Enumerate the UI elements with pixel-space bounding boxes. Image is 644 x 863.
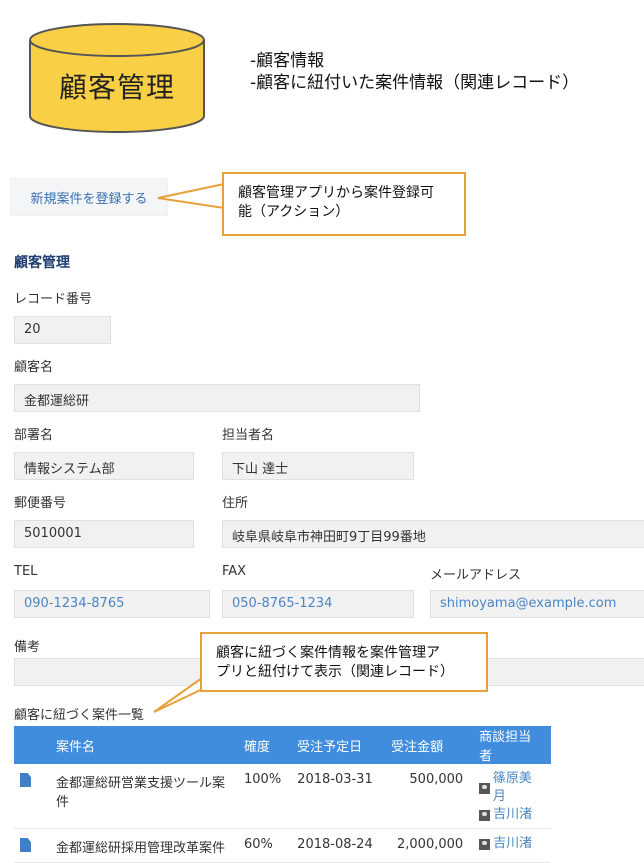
customer-name-label: 顧客名 [14,360,54,375]
order-date: 2018-03-31 [289,764,384,829]
user-icon [479,838,491,850]
form-title: 顧客管理 [14,255,70,271]
related-title: 顧客に紐づく案件一覧 [14,708,145,723]
probability: 60% [236,828,290,863]
column-header: 受注予定日 [289,726,384,764]
staff-name[interactable]: 吉川渚 [493,835,532,853]
user-icon [479,809,491,821]
document-icon[interactable] [20,838,31,852]
sales-staff: 吉川渚 [471,828,552,863]
customer-name-field: 金都運総研 [14,384,420,412]
callout-line: 顧客管理アプリから案件登録可 [238,185,434,201]
new-case-button[interactable]: 新規案件を登録する [10,178,168,216]
postal-field: 5010001 [14,520,194,548]
column-header: 確度 [236,726,290,764]
person-field: 下山 達士 [222,452,414,480]
desc-line: -顧客情報 [250,51,325,71]
email-label: メールアドレス [430,568,522,583]
callout-line: 顧客に紐づく案件情報を案件管理ア [216,645,440,661]
cell-icon [14,764,48,829]
tel-field[interactable]: 090-1234-8765 [14,590,210,618]
callout-action: 顧客管理アプリから案件登録可 能（アクション） [222,172,466,236]
table-row[interactable]: 金都運総研採用管理改革案件 60% 2018-08-24 2,000,000 吉… [14,828,552,863]
column-header: 案件名 [48,726,236,764]
probability: 100% [236,764,290,829]
user-icon [479,782,490,794]
order-amount: 500,000 [383,764,472,829]
staff-name[interactable]: 吉川渚 [493,806,532,824]
order-date: 2018-08-24 [289,828,384,863]
fax-label: FAX [222,564,247,579]
staff-entry[interactable]: 吉川渚 [479,806,543,824]
staff-entry[interactable]: 篠原美月 [479,770,543,806]
callout-related: 顧客に紐づく案件情報を案件管理ア プリと紐付けて表示（関連レコード） [200,632,488,692]
database-description: -顧客情報 -顧客に紐付いた案件情報（関連レコード） [250,50,579,94]
database-label: 顧客管理 [58,71,175,104]
callout-line: 能（アクション） [238,204,350,220]
email-field[interactable]: shimoyama@example.com [430,590,644,618]
table-header-row: 案件名 確度 受注予定日 受注金額 商談担当者 [14,726,552,764]
cell-icon [14,828,48,863]
postal-label: 郵便番号 [14,496,67,511]
callout-line: プリと紐付けて表示（関連レコード） [216,664,454,680]
fax-field[interactable]: 050-8765-1234 [222,590,414,618]
document-icon[interactable] [20,773,31,787]
column-header: 受注金額 [383,726,472,764]
address-field: 岐阜県岐阜市神田町9丁目99番地 [222,520,644,548]
staff-name[interactable]: 篠原美月 [493,770,543,806]
column-header: 商談担当者 [471,726,552,764]
department-field: 情報システム部 [14,452,194,480]
case-name: 金都運総研採用管理改革案件 [48,828,236,863]
tel-label: TEL [14,564,38,579]
record-no-field: 20 [14,316,111,344]
related-records-table: 案件名 確度 受注予定日 受注金額 商談担当者 金都運総研営業支援ツール案件 1… [14,726,552,863]
callout-pointer [157,182,225,210]
sales-staff: 篠原美月 吉川渚 [471,764,552,829]
department-label: 部署名 [14,428,54,443]
note-label: 備考 [14,640,41,655]
order-amount: 2,000,000 [383,828,472,863]
icon-column [14,726,48,764]
address-label: 住所 [222,496,249,511]
record-no-label: レコード番号 [14,292,93,307]
person-label: 担当者名 [222,428,275,443]
desc-line: -顧客に紐付いた案件情報（関連レコード） [250,73,580,93]
table-row[interactable]: 金都運総研営業支援ツール案件 100% 2018-03-31 500,000 篠… [14,764,552,829]
case-name: 金都運総研営業支援ツール案件 [48,764,236,829]
staff-entry[interactable]: 吉川渚 [479,835,543,853]
